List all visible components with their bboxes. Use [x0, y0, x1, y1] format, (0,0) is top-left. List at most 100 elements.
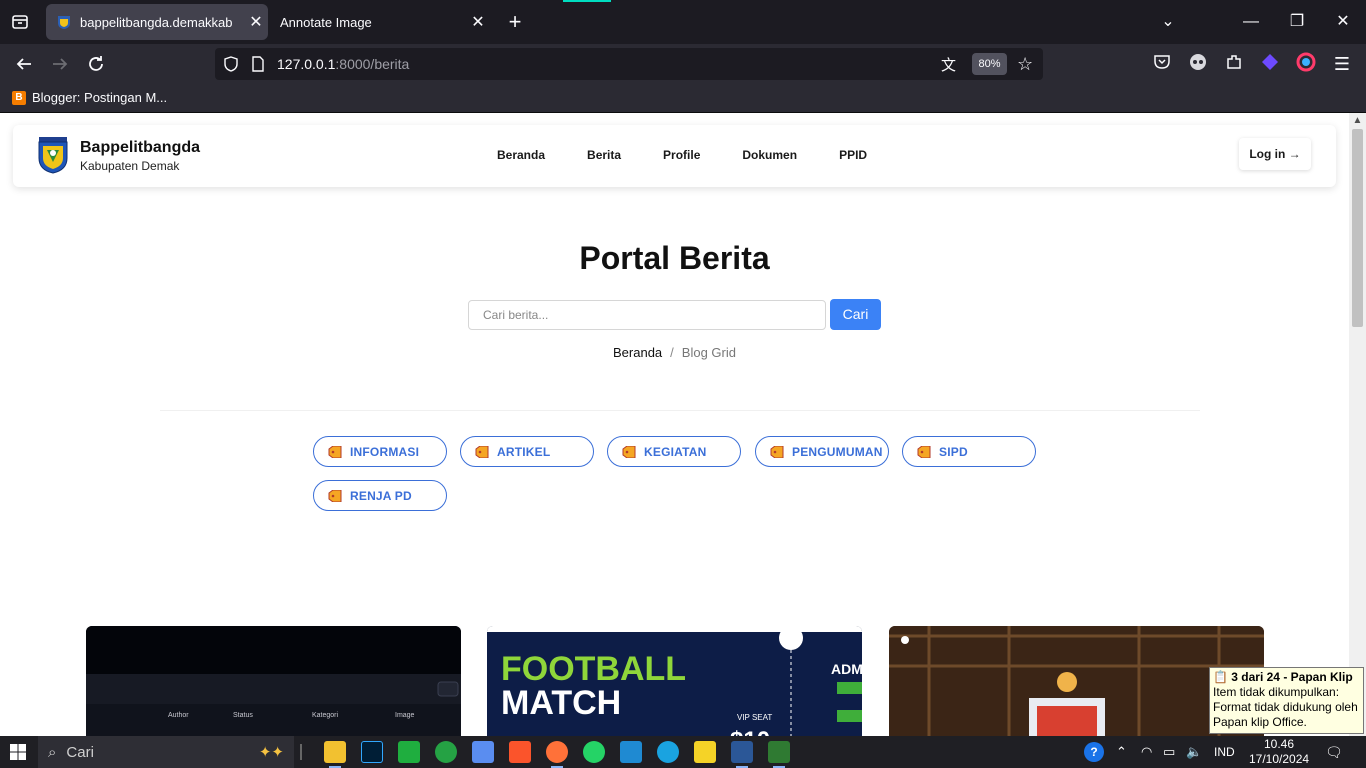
breadcrumb-home[interactable]: Beranda	[613, 345, 662, 360]
pocket-icon[interactable]	[1152, 52, 1172, 72]
copilot-icon[interactable]	[472, 741, 494, 763]
news-card-image[interactable]: Author Status Kategori Image	[86, 626, 461, 736]
browser-toolbar: 127.0.0.1:8000/berita 文 80% ☆ ☰	[0, 44, 1366, 84]
bookmarks-toolbar: B Blogger: Postingan M...	[0, 84, 1366, 113]
app-phone-icon[interactable]	[435, 741, 457, 763]
url-path: :8000/berita	[335, 56, 410, 72]
category-artikel[interactable]: ARTIKEL	[460, 436, 594, 467]
windows-start-icon[interactable]	[10, 744, 26, 760]
zoom-level[interactable]: 80%	[972, 53, 1007, 75]
volume-icon[interactable]: 🔈	[1186, 744, 1202, 760]
shield-icon[interactable]	[223, 56, 239, 72]
new-tab-button[interactable]: +	[503, 10, 527, 34]
page-scrollbar[interactable]: ▲	[1349, 113, 1366, 736]
clipboard-icon: 📋	[1213, 670, 1232, 684]
search-input[interactable]: Cari berita...	[468, 300, 826, 330]
url-bar[interactable]: 127.0.0.1:8000/berita 文 80% ☆	[215, 48, 1043, 80]
app-green-icon[interactable]	[398, 741, 420, 763]
word-icon[interactable]	[731, 741, 753, 768]
lambda-app-icon[interactable]	[768, 741, 790, 768]
browser-tab-bar: bappelitbangda.demakkab ✕ Annotate Image…	[0, 0, 1366, 44]
bookmark-star-icon[interactable]: ☆	[1017, 54, 1037, 74]
demak-logo-icon[interactable]	[37, 136, 69, 174]
brand[interactable]: Bappelitbangda Kabupaten Demak	[80, 139, 200, 173]
sparkle-icon: ✦✦	[258, 744, 284, 761]
bookmark-blogger[interactable]: B Blogger: Postingan M...	[12, 90, 167, 105]
scrollbar-thumb[interactable]	[1352, 129, 1363, 327]
restore-icon[interactable]: ❐	[1283, 8, 1311, 36]
battery-icon[interactable]: ▭	[1163, 744, 1175, 760]
nav-berita[interactable]: Berita	[587, 148, 621, 162]
nav-ppid[interactable]: PPID	[839, 148, 867, 162]
category-informasi[interactable]: INFORMASI	[313, 436, 447, 467]
photoshop-icon[interactable]	[361, 741, 383, 763]
tag-icon	[328, 489, 342, 502]
toast-title: 3 dari 24 - Papan Klip	[1231, 670, 1353, 684]
tag-icon	[917, 445, 931, 458]
back-arrow-icon[interactable]	[12, 52, 36, 76]
proton-extension-icon[interactable]	[1260, 52, 1280, 72]
card-col-status: Status	[233, 712, 253, 719]
close-tab-icon[interactable]: ✕	[244, 12, 268, 32]
search-button[interactable]: Cari	[830, 299, 881, 330]
close-tab-icon[interactable]: ✕	[466, 12, 490, 32]
notification-center-icon[interactable]: 🗨	[1325, 744, 1343, 761]
site-favicon-icon	[58, 16, 70, 29]
color-picker-extension-icon[interactable]	[1296, 52, 1316, 72]
vscode-icon[interactable]	[620, 741, 642, 763]
login-button[interactable]: Log in →	[1239, 138, 1311, 170]
sticky-notes-icon[interactable]	[694, 741, 716, 763]
help-icon[interactable]: ?	[1084, 742, 1104, 762]
firefox-icon[interactable]	[546, 741, 568, 768]
tab-overview-icon[interactable]	[8, 10, 32, 34]
nav-dokumen[interactable]: Dokumen	[742, 148, 797, 162]
page-title: Portal Berita	[579, 240, 770, 276]
language-indicator[interactable]: IND	[1214, 745, 1235, 759]
category-renja-pd[interactable]: RENJA PD	[313, 480, 447, 511]
translate-icon[interactable]: 文	[941, 54, 961, 74]
url-text: 127.0.0.1:8000/berita	[277, 56, 409, 72]
clock-date: 17/10/2024	[1249, 752, 1310, 766]
card-thumbnail: Author Status Kategori Image	[86, 626, 461, 736]
brave-icon[interactable]	[509, 741, 531, 763]
scroll-up-arrow-icon[interactable]: ▲	[1349, 113, 1366, 129]
tab-annotate-image[interactable]: Annotate Image ✕	[270, 4, 490, 40]
close-window-icon[interactable]: ✕	[1329, 8, 1357, 36]
site-header: Bappelitbangda Kabupaten Demak Beranda B…	[13, 125, 1336, 187]
extensions-puzzle-icon[interactable]	[1224, 52, 1244, 72]
search-icon: ⌕	[48, 743, 57, 761]
nav-profile[interactable]: Profile	[663, 148, 700, 162]
minimize-icon[interactable]: —	[1237, 8, 1265, 36]
taskbar-divider	[300, 744, 302, 760]
taskbar-search[interactable]: ⌕ Cari ✦✦	[38, 736, 294, 768]
wifi-icon[interactable]: ◠	[1141, 744, 1152, 760]
nav-beranda[interactable]: Beranda	[497, 148, 545, 162]
page-info-icon[interactable]	[251, 56, 265, 72]
breadcrumb: Beranda / Blog Grid	[0, 345, 1349, 360]
news-card-image[interactable]	[889, 626, 1264, 736]
category-label: RENJA PD	[350, 488, 412, 503]
toast-body: Item tidak dikumpulkan: Format tidak did…	[1213, 685, 1358, 729]
category-sipd[interactable]: SIPD	[902, 436, 1036, 467]
file-explorer-icon[interactable]	[324, 741, 346, 768]
clipboard-notification: 📋 3 dari 24 - Papan Klip Item tidak diku…	[1209, 667, 1364, 734]
tab-bappelitbangda[interactable]: bappelitbangda.demakkab ✕	[46, 4, 268, 40]
edge-icon[interactable]	[657, 741, 679, 763]
breadcrumb-separator: /	[670, 345, 674, 360]
card-col-image: Image	[395, 712, 415, 719]
news-card-image[interactable]: FOOTBALL MATCH ADM VIP SEAT $10	[487, 626, 862, 736]
forward-arrow-icon[interactable]	[48, 52, 72, 76]
tray-chevron-up-icon[interactable]: ⌃	[1116, 744, 1127, 760]
clock-time: 10.46	[1263, 737, 1295, 751]
list-all-tabs-icon[interactable]: ⌄	[1154, 8, 1182, 36]
whatsapp-icon[interactable]	[583, 741, 605, 763]
clock[interactable]: 10.46 17/10/2024	[1249, 737, 1309, 767]
tab-title: Annotate Image	[280, 14, 372, 30]
reload-icon[interactable]	[84, 52, 108, 76]
menu-hamburger-icon[interactable]: ☰	[1330, 52, 1354, 76]
category-kegiatan[interactable]: KEGIATAN	[607, 436, 741, 467]
category-pengumuman[interactable]: PENGUMUMAN	[755, 436, 889, 467]
tag-icon	[770, 445, 784, 458]
category-label: INFORMASI	[350, 444, 420, 459]
extension-mask-icon[interactable]	[1188, 52, 1208, 72]
